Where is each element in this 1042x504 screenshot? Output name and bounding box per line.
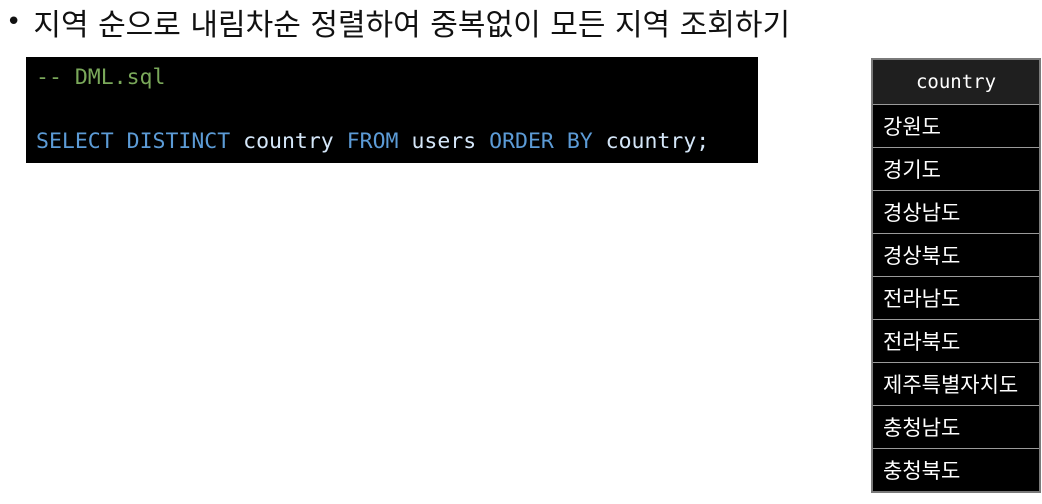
statement-terminator: ;: [696, 129, 710, 154]
heading-text: 지역 순으로 내림차순 정렬하여 중복없이 모든 지역 조회하기: [33, 8, 791, 43]
table-cell: 전라북도: [871, 319, 1041, 363]
table-cell: 경상남도: [871, 190, 1041, 234]
table-cell: 충청북도: [871, 448, 1041, 493]
code-comment: -- DML.sql: [36, 65, 166, 90]
table-cell: 경기도: [871, 147, 1041, 191]
table-row: 강원도: [871, 104, 1041, 148]
identifier-order-column: country: [605, 129, 697, 154]
sql-code-block: -- DML.sql SELECT DISTINCT country FROM …: [26, 57, 758, 163]
table-cell: 강원도: [871, 104, 1041, 148]
table-header-row: country: [871, 58, 1041, 105]
table-row: 제주특별자치도: [871, 362, 1041, 406]
table-row: 전라남도: [871, 276, 1041, 320]
table-row: 경상남도: [871, 190, 1041, 234]
table-row: 경기도: [871, 147, 1041, 191]
table-row: 경상북도: [871, 233, 1041, 277]
keyword-by: BY: [566, 129, 593, 154]
keyword-select: SELECT: [36, 129, 114, 154]
table-row: 전라북도: [871, 319, 1041, 363]
table-cell: 경상북도: [871, 233, 1041, 277]
identifier-column: country: [243, 129, 334, 154]
keyword-order: ORDER: [489, 129, 554, 154]
table-cell: 제주특별자치도: [871, 362, 1041, 406]
code-statement: SELECT DISTINCT country FROM users ORDER…: [36, 126, 748, 158]
column-header-country: country: [871, 58, 1041, 105]
page-heading: • 지역 순으로 내림차순 정렬하여 중복없이 모든 지역 조회하기: [6, 0, 790, 44]
query-result-table: country 강원도 경기도 경상남도 경상북도 전라남도 전라북도 제주특별…: [871, 58, 1041, 493]
table-row: 충청북도: [871, 448, 1041, 493]
table-row: 충청남도: [871, 405, 1041, 449]
keyword-distinct: DISTINCT: [126, 129, 231, 154]
bullet-point: •: [6, 7, 22, 37]
identifier-table: users: [411, 129, 477, 154]
table-cell: 전라남도: [871, 276, 1041, 320]
keyword-from: FROM: [346, 129, 399, 154]
table-cell: 충청남도: [871, 405, 1041, 449]
